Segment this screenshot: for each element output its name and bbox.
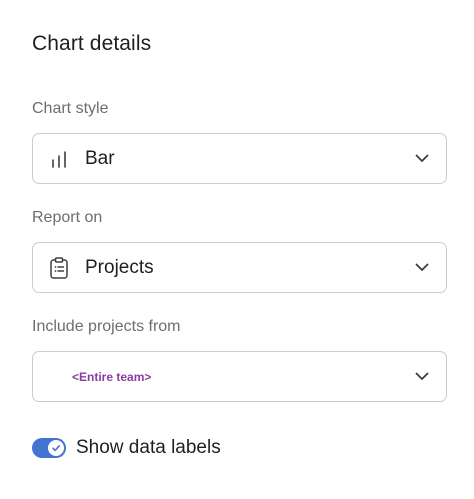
chevron-down-icon bbox=[414, 151, 430, 167]
include-projects-select[interactable]: <Entire team> bbox=[32, 351, 447, 402]
bar-chart-icon bbox=[48, 148, 70, 170]
show-data-labels-toggle[interactable] bbox=[32, 438, 66, 458]
show-data-labels-label: Show data labels bbox=[76, 437, 221, 458]
include-projects-label: Include projects from bbox=[32, 318, 181, 335]
show-data-labels-row: Show data labels bbox=[32, 436, 221, 460]
include-projects-value: <Entire team> bbox=[72, 369, 152, 384]
chevron-down-icon bbox=[414, 369, 430, 385]
chart-details-panel: Chart details Chart style Bar Report on bbox=[0, 0, 474, 499]
panel-title: Chart details bbox=[32, 32, 152, 55]
clipboard-list-icon bbox=[48, 256, 70, 279]
chevron-down-icon bbox=[414, 260, 430, 276]
chart-style-label: Chart style bbox=[32, 100, 109, 117]
chart-style-select[interactable]: Bar bbox=[32, 133, 447, 184]
chart-style-value: Bar bbox=[85, 147, 115, 169]
report-on-label: Report on bbox=[32, 209, 103, 226]
check-icon bbox=[48, 440, 64, 456]
report-on-select[interactable]: Projects bbox=[32, 242, 447, 293]
report-on-value: Projects bbox=[85, 256, 154, 278]
